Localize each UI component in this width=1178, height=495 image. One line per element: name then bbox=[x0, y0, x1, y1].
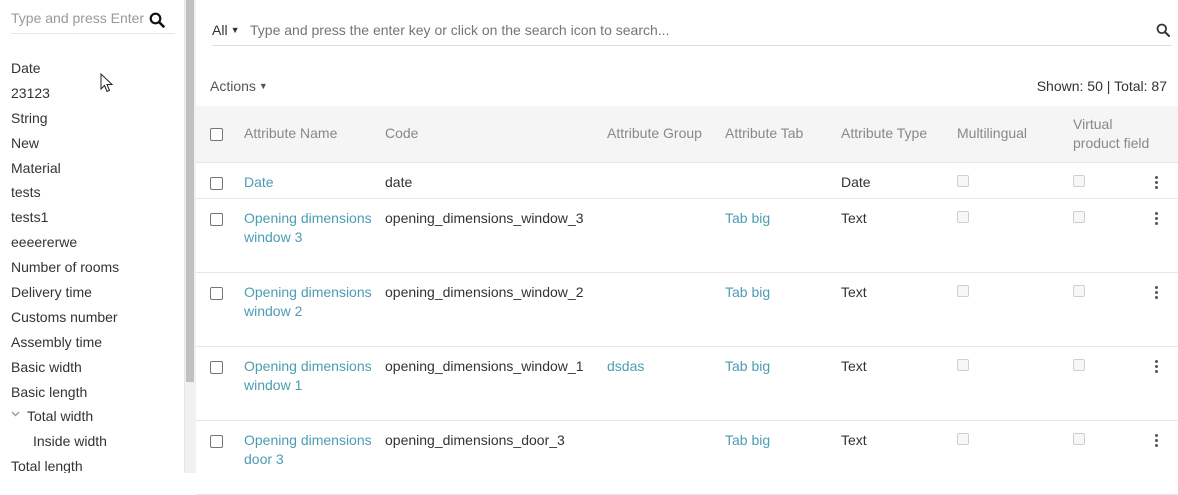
search-filter-dropdown[interactable]: All ▼ bbox=[212, 22, 239, 38]
attributes-table: Attribute Name Code Attribute Group Attr… bbox=[196, 106, 1178, 495]
shown-count: Shown: 50 bbox=[1036, 78, 1103, 94]
row-menu-icon[interactable] bbox=[1155, 175, 1159, 191]
filter-label: All bbox=[212, 22, 228, 38]
record-counts: Shown: 50 | Total: 87 bbox=[1037, 78, 1167, 94]
attribute-name-link[interactable]: Opening dimensions window 1 bbox=[244, 358, 372, 393]
multilingual-checkbox bbox=[957, 432, 969, 445]
attribute-name-link[interactable]: Opening dimensions window 3 bbox=[244, 210, 372, 245]
attribute-name-link[interactable]: Opening dimensions window 2 bbox=[244, 284, 372, 319]
chevron-down-icon[interactable] bbox=[11, 404, 27, 429]
header-attribute-name[interactable]: Attribute Name bbox=[244, 106, 385, 163]
sidebar-search[interactable]: Type and press Enter bbox=[11, 6, 175, 34]
attribute-tab-link[interactable]: Tab big bbox=[725, 432, 770, 448]
table-row[interactable]: Opening dimensions window 3 opening_dime… bbox=[196, 198, 1178, 273]
tree-item[interactable]: Date bbox=[0, 56, 184, 81]
attribute-tab-link[interactable]: Tab big bbox=[725, 210, 770, 226]
tree-item[interactable]: New bbox=[0, 131, 184, 156]
header-attribute-group[interactable]: Attribute Group bbox=[607, 106, 725, 163]
attribute-code: date bbox=[385, 162, 607, 199]
attribute-tab-link[interactable]: Tab big bbox=[725, 358, 770, 374]
attribute-type: Text bbox=[841, 198, 957, 273]
attribute-code: opening_dimensions_door_3 bbox=[385, 420, 607, 495]
header-attribute-tab[interactable]: Attribute Tab bbox=[725, 106, 841, 163]
tree-item[interactable]: eeeererwe bbox=[0, 230, 184, 255]
table-row[interactable]: Opening dimensions window 1 opening_dime… bbox=[196, 346, 1178, 421]
table-row[interactable]: Date date Date bbox=[196, 162, 1178, 199]
row-menu-icon[interactable] bbox=[1155, 359, 1159, 375]
tree-item[interactable]: Basic width bbox=[0, 355, 184, 380]
tree-item[interactable]: Basic length bbox=[0, 380, 184, 405]
table-row[interactable]: Opening dimensions door 3 opening_dimens… bbox=[196, 420, 1178, 495]
total-count: Total: 87 bbox=[1114, 78, 1167, 94]
row-menu-icon[interactable] bbox=[1155, 211, 1159, 227]
row-checkbox[interactable] bbox=[210, 435, 223, 449]
header-attribute-type[interactable]: Attribute Type bbox=[841, 106, 957, 163]
attribute-type: Text bbox=[841, 346, 957, 421]
attribute-type: Text bbox=[841, 272, 957, 347]
virtual-field-checkbox bbox=[1073, 210, 1085, 223]
sidebar-scrollbar-thumb[interactable] bbox=[186, 0, 194, 382]
tree-item[interactable]: 23123 bbox=[0, 81, 184, 106]
tree-item-expanded[interactable]: Total width bbox=[0, 404, 184, 429]
virtual-field-checkbox bbox=[1073, 358, 1085, 371]
select-all-cell bbox=[196, 106, 244, 163]
attribute-type: Date bbox=[841, 162, 957, 199]
tree-item[interactable]: Total length bbox=[0, 454, 184, 473]
virtual-field-checkbox bbox=[1073, 432, 1085, 445]
attribute-code: opening_dimensions_window_3 bbox=[385, 198, 607, 273]
sidebar-search-input[interactable]: Type and press Enter bbox=[11, 10, 147, 26]
attribute-name-link[interactable]: Date bbox=[244, 174, 274, 190]
search-input[interactable] bbox=[250, 22, 1130, 38]
virtual-field-checkbox bbox=[1073, 284, 1085, 297]
row-menu-icon[interactable] bbox=[1155, 285, 1159, 301]
table-header-row: Attribute Name Code Attribute Group Attr… bbox=[196, 106, 1178, 163]
tree-item-child[interactable]: Inside width bbox=[0, 429, 184, 454]
attribute-code: opening_dimensions_window_1 bbox=[385, 346, 607, 421]
header-virtual-product-field[interactable]: Virtual product field bbox=[1073, 106, 1151, 163]
tree-item-label: Total width bbox=[27, 408, 94, 425]
row-checkbox[interactable] bbox=[210, 287, 223, 301]
row-menu-icon[interactable] bbox=[1155, 433, 1159, 449]
multilingual-checkbox bbox=[957, 284, 969, 297]
search-bar: All ▼ bbox=[212, 14, 1172, 46]
search-icon[interactable] bbox=[149, 12, 165, 28]
attribute-group-link[interactable]: dsdas bbox=[607, 358, 644, 374]
tree-item[interactable]: tests bbox=[0, 180, 184, 205]
mouse-cursor-icon bbox=[100, 73, 114, 93]
tree-item[interactable]: Delivery time bbox=[0, 280, 184, 305]
count-separator: | bbox=[1106, 78, 1111, 94]
caret-down-icon: ▼ bbox=[230, 25, 240, 35]
tree-item[interactable]: String bbox=[0, 106, 184, 131]
actions-label: Actions bbox=[210, 78, 256, 94]
multilingual-checkbox bbox=[957, 174, 969, 187]
header-menu bbox=[1151, 106, 1178, 163]
actions-dropdown[interactable]: Actions ▼ bbox=[210, 78, 268, 94]
table-row[interactable]: Opening dimensions window 2 opening_dime… bbox=[196, 272, 1178, 347]
attribute-name-link[interactable]: Opening dimensions door 3 bbox=[244, 432, 372, 467]
tree-item[interactable]: tests1 bbox=[0, 205, 184, 230]
search-icon[interactable] bbox=[1156, 23, 1170, 37]
attribute-tab-link[interactable]: Tab big bbox=[725, 284, 770, 300]
multilingual-checkbox bbox=[957, 210, 969, 223]
header-code[interactable]: Code bbox=[385, 106, 607, 163]
row-checkbox[interactable] bbox=[210, 177, 223, 191]
row-checkbox[interactable] bbox=[210, 213, 223, 227]
attribute-code: opening_dimensions_window_2 bbox=[385, 272, 607, 347]
multilingual-checkbox bbox=[957, 358, 969, 371]
tree-item[interactable]: Customs number bbox=[0, 305, 184, 330]
row-checkbox[interactable] bbox=[210, 361, 223, 375]
virtual-field-checkbox bbox=[1073, 174, 1085, 187]
header-multilingual[interactable]: Multilingual bbox=[957, 106, 1073, 163]
tree-item[interactable]: Material bbox=[0, 156, 184, 181]
tree-item[interactable]: Assembly time bbox=[0, 330, 184, 355]
attribute-sidebar: Type and press Enter Date 23123 String N… bbox=[0, 0, 184, 473]
attribute-tree: Date 23123 String New Material tests tes… bbox=[0, 56, 184, 473]
select-all-checkbox[interactable] bbox=[210, 128, 223, 142]
tree-item[interactable]: Number of rooms bbox=[0, 255, 184, 280]
main-content: All▼ Actions▼ Shown: 50 | Total: 87 Attr… bbox=[196, 0, 1178, 495]
attribute-type: Text bbox=[841, 420, 957, 495]
caret-down-icon: ▼ bbox=[258, 81, 268, 91]
